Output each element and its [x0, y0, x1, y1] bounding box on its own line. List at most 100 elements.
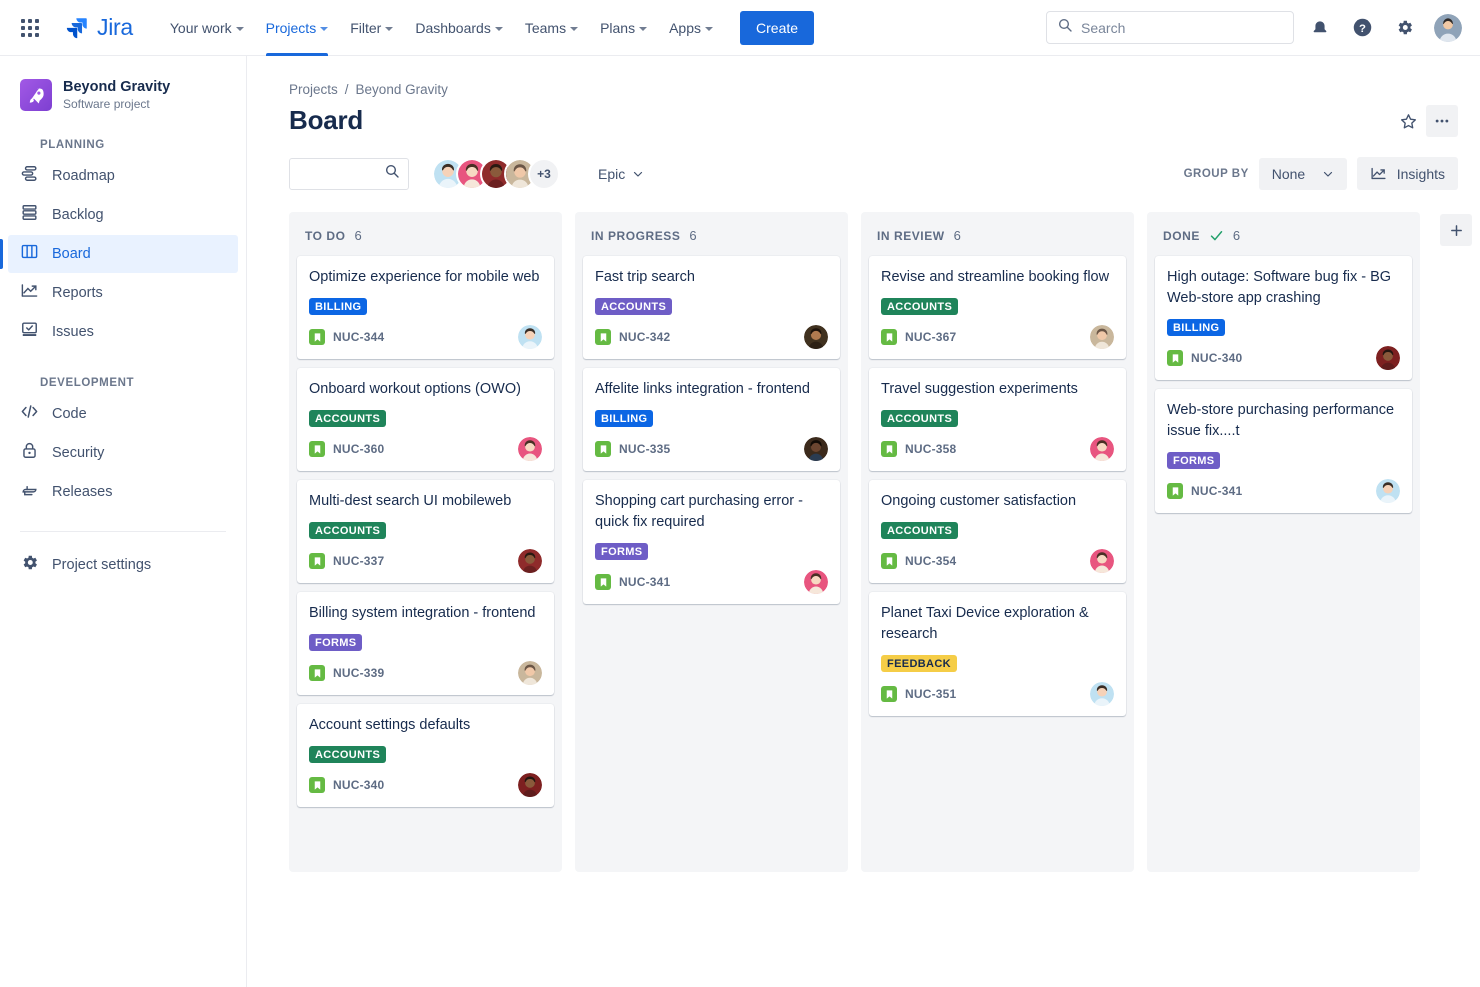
- jira-logo-icon: [64, 15, 90, 41]
- card-epic-tag[interactable]: ACCOUNTS: [881, 410, 958, 427]
- nav-item-projects[interactable]: Projects: [255, 0, 340, 56]
- add-column-button[interactable]: [1440, 214, 1472, 246]
- card-key[interactable]: NUC-358: [905, 442, 956, 456]
- card-epic-tag[interactable]: FORMS: [595, 543, 648, 560]
- card-assignee-avatar[interactable]: [1376, 346, 1400, 370]
- card-key[interactable]: NUC-337: [333, 554, 384, 568]
- card-key[interactable]: NUC-335: [619, 442, 670, 456]
- nav-item-apps[interactable]: Apps: [658, 0, 724, 56]
- board-card[interactable]: Onboard workout options (OWO) ACCOUNTS N…: [297, 368, 554, 471]
- sidebar-item-roadmap[interactable]: Roadmap: [8, 157, 238, 195]
- card-assignee-avatar[interactable]: [518, 773, 542, 797]
- breadcrumb-projects[interactable]: Projects: [289, 82, 338, 97]
- nav-item-teams[interactable]: Teams: [514, 0, 589, 56]
- card-assignee-avatar[interactable]: [518, 549, 542, 573]
- backlog-icon: [20, 203, 39, 226]
- card-assignee-avatar[interactable]: [1090, 549, 1114, 573]
- card-assignee-avatar[interactable]: [1090, 682, 1114, 706]
- story-type-icon: [595, 329, 611, 345]
- card-key[interactable]: NUC-367: [905, 330, 956, 344]
- card-epic-tag[interactable]: ACCOUNTS: [595, 298, 672, 315]
- card-key[interactable]: NUC-341: [1191, 484, 1242, 498]
- global-search[interactable]: [1046, 11, 1294, 44]
- card-assignee-avatar[interactable]: [1090, 325, 1114, 349]
- sidebar-item-reports[interactable]: Reports: [8, 274, 238, 312]
- board-card[interactable]: High outage: Software bug fix - BG Web-s…: [1155, 256, 1412, 380]
- card-key[interactable]: NUC-360: [333, 442, 384, 456]
- card-assignee-avatar[interactable]: [804, 325, 828, 349]
- board-card[interactable]: Billing system integration - frontend FO…: [297, 592, 554, 695]
- card-key[interactable]: NUC-354: [905, 554, 956, 568]
- jira-home-link[interactable]: Jira: [64, 14, 133, 41]
- sidebar-item-security[interactable]: Security: [8, 434, 238, 472]
- card-epic-tag[interactable]: ACCOUNTS: [309, 522, 386, 539]
- card-assignee-avatar[interactable]: [1090, 437, 1114, 461]
- card-assignee-avatar[interactable]: [518, 661, 542, 685]
- breadcrumb-current-project[interactable]: Beyond Gravity: [356, 82, 448, 97]
- nav-item-your-work[interactable]: Your work: [159, 0, 255, 56]
- insights-button[interactable]: Insights: [1357, 157, 1458, 190]
- card-assignee-avatar[interactable]: [1376, 479, 1400, 503]
- card-assignee-avatar[interactable]: [518, 325, 542, 349]
- card-epic-tag[interactable]: ACCOUNTS: [309, 746, 386, 763]
- board-card[interactable]: Shopping cart purchasing error - quick f…: [583, 480, 840, 604]
- card-key[interactable]: NUC-340: [333, 778, 384, 792]
- card-assignee-avatar[interactable]: [518, 437, 542, 461]
- sidebar-item-board[interactable]: Board: [8, 235, 238, 273]
- sidebar-item-backlog[interactable]: Backlog: [8, 196, 238, 234]
- card-epic-tag[interactable]: BILLING: [1167, 319, 1225, 336]
- more-actions-icon[interactable]: [1426, 105, 1458, 137]
- sidebar-item-label: Project settings: [52, 558, 151, 573]
- group-by-dropdown[interactable]: None: [1259, 158, 1347, 190]
- sidebar-item-releases[interactable]: Releases: [8, 473, 238, 511]
- notifications-icon[interactable]: [1304, 12, 1336, 44]
- card-key[interactable]: NUC-344: [333, 330, 384, 344]
- card-assignee-avatar[interactable]: [804, 437, 828, 461]
- board-card[interactable]: Fast trip search ACCOUNTS NUC-342: [583, 256, 840, 359]
- card-epic-tag[interactable]: FORMS: [1167, 452, 1220, 469]
- card-epic-tag[interactable]: FEEDBACK: [881, 655, 957, 672]
- card-epic-tag[interactable]: BILLING: [309, 298, 367, 315]
- board-card[interactable]: Affelite links integration - frontend BI…: [583, 368, 840, 471]
- board-card[interactable]: Web-store purchasing performance issue f…: [1155, 389, 1412, 513]
- project-header[interactable]: Beyond Gravity Software project: [0, 74, 246, 113]
- board-card[interactable]: Multi-dest search UI mobileweb ACCOUNTS …: [297, 480, 554, 583]
- board-card[interactable]: Revise and streamline booking flow ACCOU…: [869, 256, 1126, 359]
- sidebar-item-label: Roadmap: [52, 169, 115, 184]
- epic-filter-dropdown[interactable]: Epic: [588, 160, 654, 188]
- card-epic-tag[interactable]: BILLING: [595, 410, 653, 427]
- sidebar-item-code[interactable]: Code: [8, 395, 238, 433]
- board-search-field[interactable]: [289, 158, 409, 190]
- sidebar-item-project-settings[interactable]: Project settings: [8, 546, 238, 584]
- card-epic-tag[interactable]: ACCOUNTS: [309, 410, 386, 427]
- avatar-overflow-count[interactable]: +3: [528, 158, 560, 190]
- board-search-input[interactable]: [298, 166, 384, 181]
- help-icon[interactable]: ?: [1346, 12, 1378, 44]
- card-assignee-avatar[interactable]: [804, 570, 828, 594]
- card-key[interactable]: NUC-342: [619, 330, 670, 344]
- card-epic-tag[interactable]: ACCOUNTS: [881, 522, 958, 539]
- card-key[interactable]: NUC-339: [333, 666, 384, 680]
- nav-item-filter[interactable]: Filter: [339, 0, 404, 56]
- app-switcher-icon[interactable]: [14, 12, 46, 44]
- nav-item-dashboards[interactable]: Dashboards: [404, 0, 514, 56]
- sidebar-item-issues[interactable]: Issues: [8, 313, 238, 351]
- story-type-icon: [309, 665, 325, 681]
- board-card[interactable]: Account settings defaults ACCOUNTS NUC-3…: [297, 704, 554, 807]
- card-key[interactable]: NUC-340: [1191, 351, 1242, 365]
- card-key[interactable]: NUC-341: [619, 575, 670, 589]
- board-card[interactable]: Planet Taxi Device exploration & researc…: [869, 592, 1126, 716]
- board-card[interactable]: Ongoing customer satisfaction ACCOUNTS N…: [869, 480, 1126, 583]
- nav-item-plans[interactable]: Plans: [589, 0, 658, 56]
- card-epic-tag[interactable]: FORMS: [309, 634, 362, 651]
- profile-avatar[interactable]: [1434, 14, 1462, 42]
- card-key[interactable]: NUC-351: [905, 687, 956, 701]
- settings-gear-icon[interactable]: [1388, 12, 1420, 44]
- search-input[interactable]: [1081, 20, 1283, 36]
- star-icon[interactable]: [1392, 105, 1424, 137]
- board-card[interactable]: Travel suggestion experiments ACCOUNTS N…: [869, 368, 1126, 471]
- board-card[interactable]: Optimize experience for mobile web BILLI…: [297, 256, 554, 359]
- story-type-icon: [309, 553, 325, 569]
- card-epic-tag[interactable]: ACCOUNTS: [881, 298, 958, 315]
- create-button[interactable]: Create: [740, 11, 814, 45]
